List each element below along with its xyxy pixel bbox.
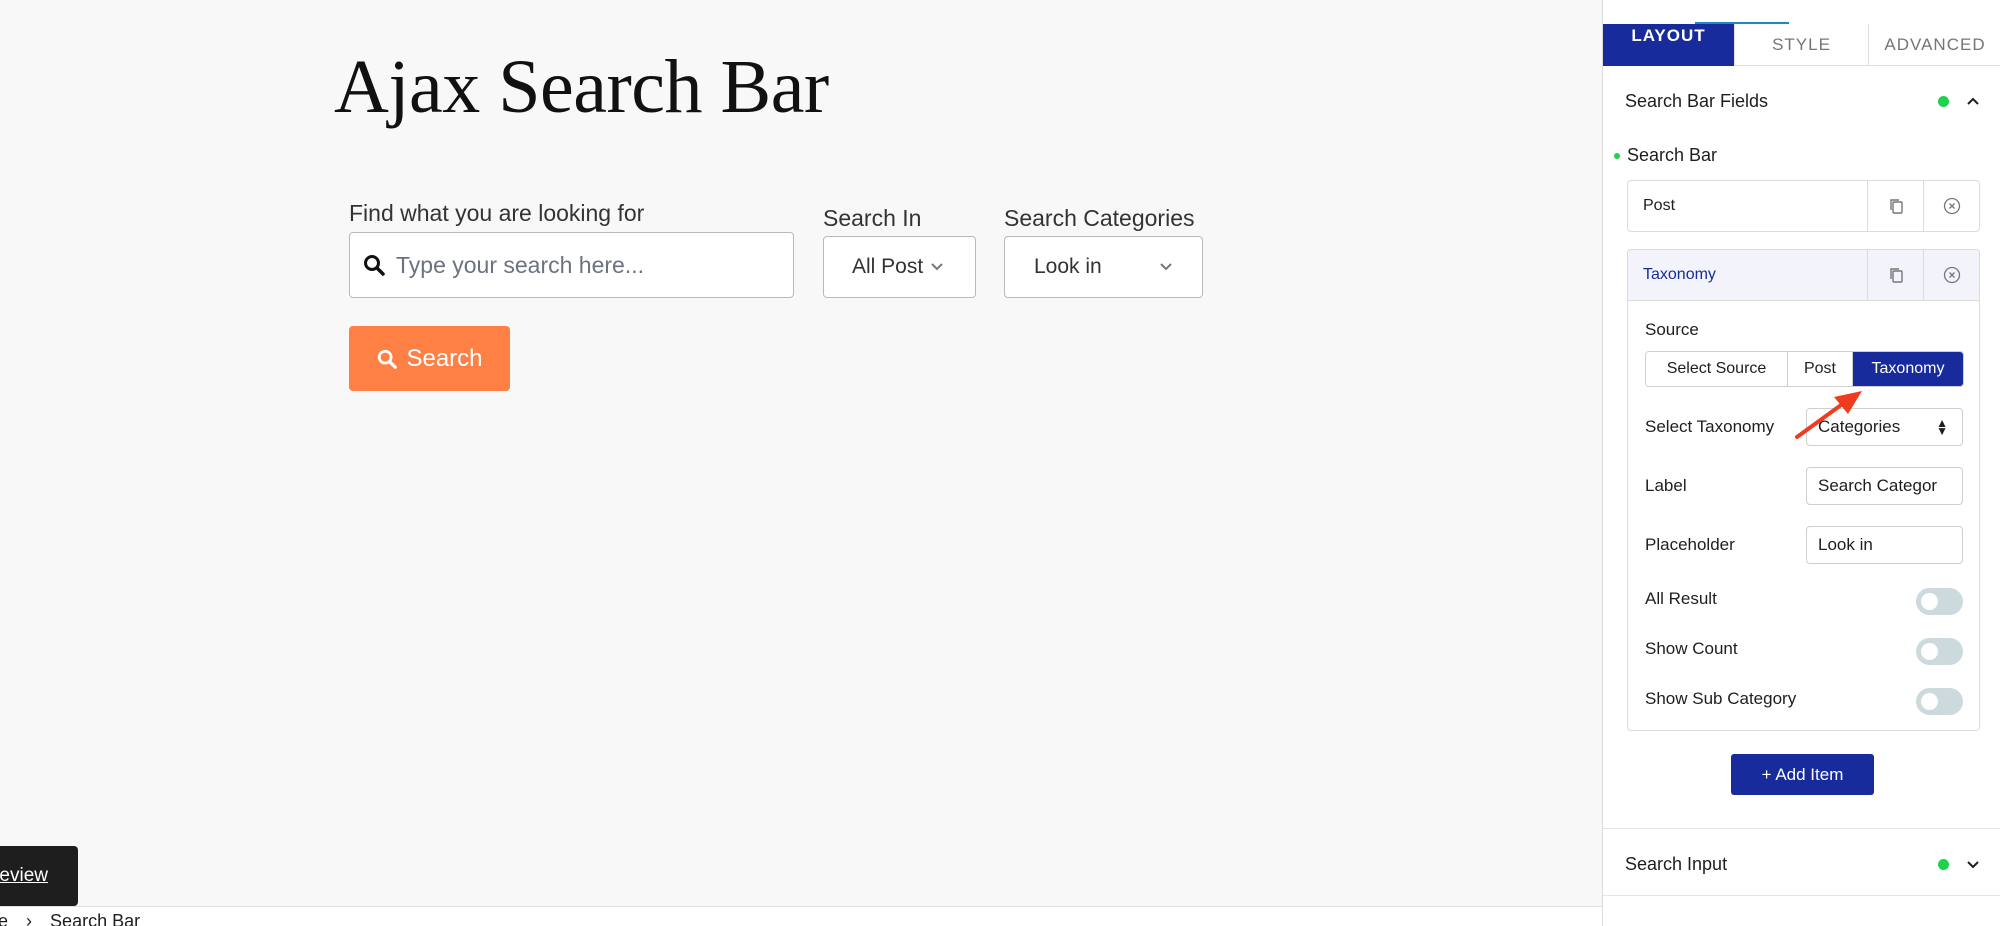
search-in-select[interactable]: All Post <box>823 236 976 298</box>
duplicate-button[interactable] <box>1867 181 1923 231</box>
close-circle-icon <box>1943 197 1960 215</box>
source-option-select-source[interactable]: Select Source <box>1646 352 1788 386</box>
search-in-value: All Post <box>852 255 924 278</box>
select-taxonomy-label: Select Taxonomy <box>1645 417 1775 436</box>
breadcrumb: age › Search Bar <box>0 906 1602 926</box>
source-option-taxonomy[interactable]: Taxonomy <box>1853 352 1963 386</box>
search-input[interactable]: Type your search here... <box>349 232 794 298</box>
chevron-up-icon <box>1967 97 1979 105</box>
duplicate-button[interactable] <box>1867 250 1923 300</box>
select-taxonomy-dropdown[interactable]: Categories ▲ ▼ <box>1806 408 1963 446</box>
label-input[interactable]: Search Categor <box>1806 467 1963 505</box>
search-categories-label: Search Categories <box>1004 205 1195 231</box>
select-taxonomy-value: Categories <box>1818 417 1901 436</box>
chevron-down-icon <box>1160 263 1172 271</box>
status-dot <box>1938 95 1949 107</box>
tab-layout[interactable]: LAYOUT <box>1603 24 1735 66</box>
close-circle-icon <box>1943 266 1960 284</box>
show-count-toggle[interactable] <box>1916 638 1963 665</box>
search-placeholder: Type your search here... <box>396 251 645 278</box>
chevron-down-icon <box>931 263 943 271</box>
settings-panel: LAYOUT STYLE ADVANCED Search Bar Fields … <box>1602 0 2000 926</box>
section-title: Search Bar Fields <box>1625 90 1769 111</box>
source-option-post[interactable]: Post <box>1788 352 1853 386</box>
remove-button[interactable] <box>1923 181 1979 231</box>
section-divider <box>1603 895 2000 896</box>
repeater-item-taxonomy[interactable]: Taxonomy <box>1627 249 1980 301</box>
panel-tabs: LAYOUT STYLE ADVANCED <box>1603 24 2000 66</box>
all-result-toggle[interactable] <box>1916 588 1963 615</box>
section-search-input[interactable]: Search Input <box>1603 838 2000 890</box>
search-button-label: Search <box>406 344 483 372</box>
status-dot <box>1938 858 1949 870</box>
search-categories-value: Look in <box>1034 255 1102 278</box>
search-categories-select[interactable]: Look in <box>1004 236 1203 298</box>
copy-icon <box>1889 268 1903 283</box>
repeater-item-title[interactable]: Post <box>1628 181 1867 231</box>
breadcrumb-item[interactable]: age <box>0 911 8 926</box>
page-title: Ajax Search Bar <box>334 45 829 129</box>
show-sub-category-label: Show Sub Category <box>1645 689 1797 708</box>
repeater-item-post[interactable]: Post <box>1627 180 1980 232</box>
label-input-value: Search Categor <box>1818 476 1938 495</box>
placeholder-field-label: Placeholder <box>1645 535 1735 554</box>
chevron-down-icon <box>1967 861 1979 869</box>
breadcrumb-separator: › <box>26 911 33 926</box>
placeholder-input[interactable]: Look in <box>1806 526 1963 564</box>
copy-icon <box>1889 199 1903 214</box>
sub-section-label: Search Bar <box>1627 145 1718 165</box>
placeholder-input-value: Look in <box>1818 535 1873 554</box>
repeater-item-title[interactable]: Taxonomy <box>1628 250 1867 300</box>
section-title: Search Input <box>1625 853 1728 874</box>
status-dot <box>1614 153 1620 159</box>
search-icon <box>378 349 398 369</box>
section-search-bar-fields[interactable]: Search Bar Fields <box>1603 75 2000 127</box>
source-label: Source <box>1645 320 1699 339</box>
search-in-label: Search In <box>823 205 922 231</box>
section-divider <box>1603 828 2000 829</box>
tab-advanced[interactable]: ADVANCED <box>1869 24 2000 66</box>
source-segmented-control: Select Source Post Taxonomy <box>1645 351 1964 387</box>
taxonomy-settings: Source Select Source Post Taxonomy Selec… <box>1627 301 1980 731</box>
all-result-label: All Result <box>1645 589 1717 608</box>
preview-button[interactable]: eview <box>0 846 78 906</box>
add-item-button[interactable]: + Add Item <box>1731 754 1874 795</box>
search-field-label: Find what you are looking for <box>349 200 645 226</box>
breadcrumb-item[interactable]: Search Bar <box>50 911 140 926</box>
show-count-label: Show Count <box>1645 639 1738 658</box>
updown-icon: ▲ ▼ <box>1936 416 1948 438</box>
show-sub-category-toggle[interactable] <box>1916 688 1963 715</box>
search-icon <box>364 255 385 276</box>
tab-style[interactable]: STYLE <box>1735 24 1869 66</box>
search-button[interactable]: Search <box>349 326 510 391</box>
remove-button[interactable] <box>1923 250 1979 300</box>
label-field-label: Label <box>1645 476 1687 495</box>
editor-canvas: Ajax Search Bar Find what you are lookin… <box>0 0 1602 906</box>
preview-button-label: eview <box>0 865 48 886</box>
